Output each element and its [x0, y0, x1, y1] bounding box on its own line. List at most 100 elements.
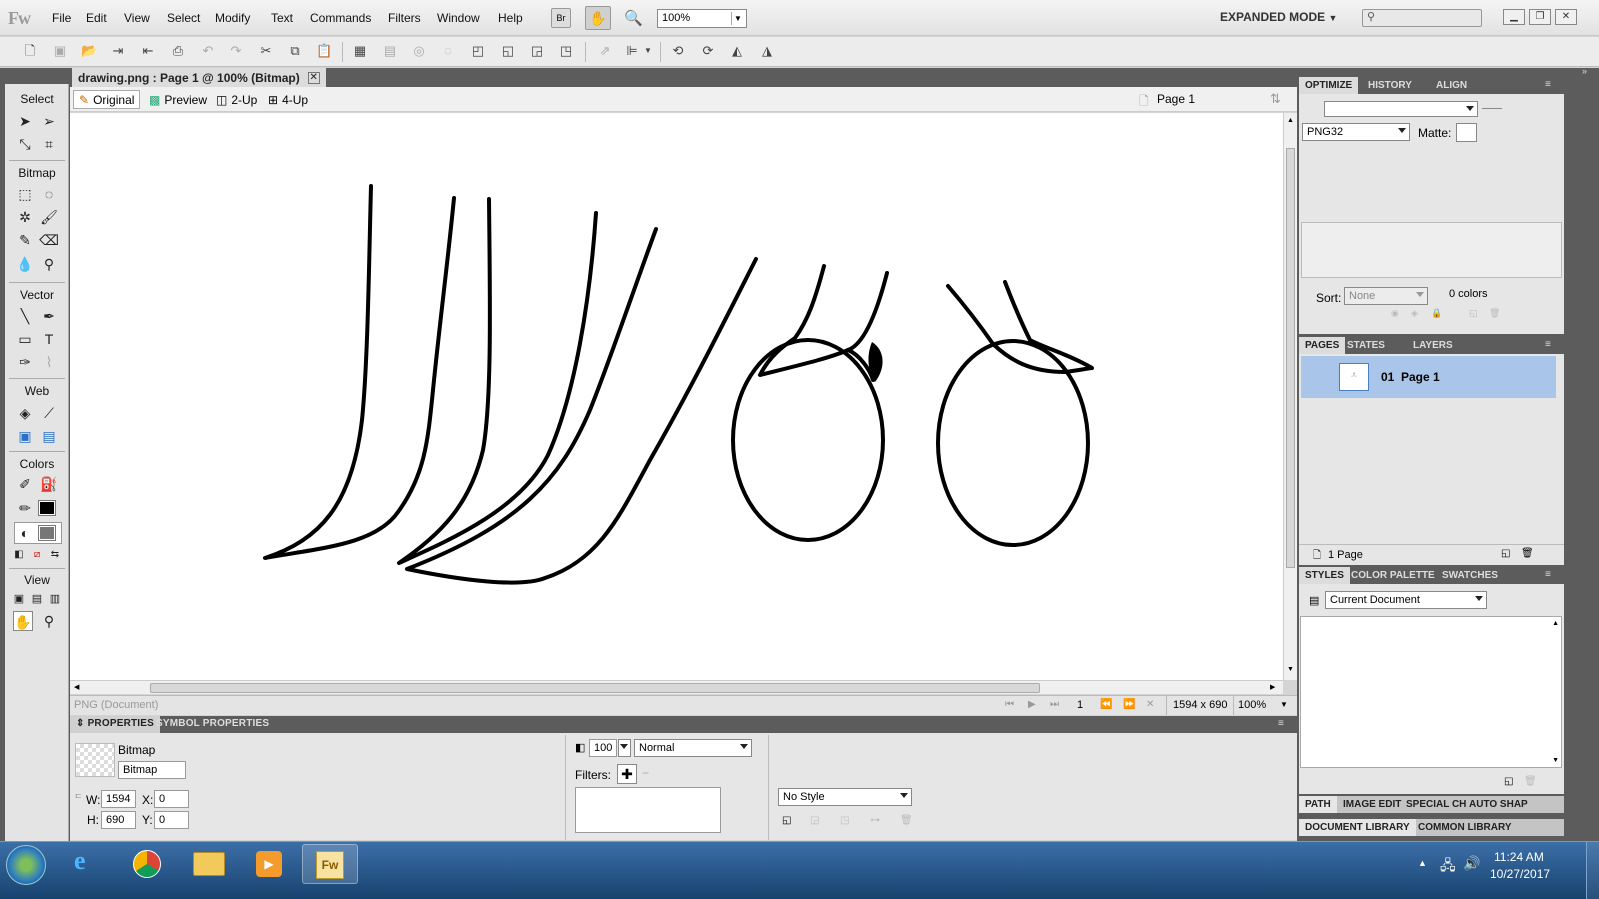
panel-menu-icon[interactable]: ≡ [1545, 569, 1551, 580]
document-tab[interactable]: drawing.png : Page 1 @ 100% (Bitmap) ✕ [72, 68, 326, 87]
style-link-icon[interactable]: ⊶ [870, 815, 880, 826]
delete-style-icon[interactable]: 🗑 [900, 815, 913, 826]
menu-commands[interactable]: Commands [310, 11, 371, 25]
new-style-icon[interactable]: ◱ [1504, 776, 1513, 787]
join-icon[interactable]: ◎ [411, 43, 427, 59]
rectangle-tool-icon[interactable]: ▭ [15, 329, 35, 349]
tab-properties[interactable]: ⇕ PROPERTIES [70, 716, 161, 733]
import-icon[interactable]: ⇥ [110, 43, 126, 59]
delete-color-icon[interactable]: 🗑 [1489, 308, 1500, 319]
menu-window[interactable]: Window [437, 11, 480, 25]
crop-tool-icon[interactable]: ⌗ [39, 134, 59, 154]
scroll-up-icon[interactable]: ▲ [1552, 620, 1559, 627]
menu-filters[interactable]: Filters [388, 11, 421, 25]
stroke-color-icon[interactable]: ✏ [15, 498, 35, 518]
tab-special-characters[interactable]: SPECIAL CH [1400, 796, 1472, 813]
volume-icon[interactable]: 🔊 [1463, 855, 1480, 872]
brush-tool-icon[interactable]: 🖌 [39, 207, 59, 227]
scroll-right-icon[interactable]: ▶ [1270, 683, 1275, 691]
menu-file[interactable]: File [52, 11, 71, 25]
text-tool-icon[interactable]: T [39, 329, 59, 349]
vertical-scroll-thumb[interactable] [1286, 148, 1295, 568]
drawing-canvas[interactable] [70, 113, 1283, 680]
opacity-dropdown[interactable] [618, 739, 631, 757]
taskbar-file-explorer[interactable] [181, 844, 237, 884]
scale-tool-icon[interactable]: ⤡ [15, 134, 35, 154]
tab-pages[interactable]: PAGES [1299, 337, 1346, 354]
hand-tool-icon[interactable]: ✋ [585, 6, 611, 30]
eyedropper-tool-icon[interactable]: ✐ [15, 474, 35, 494]
vertical-scrollbar[interactable]: ▲ ▼ [1283, 113, 1297, 680]
panel-menu-icon[interactable]: ≡ [1545, 79, 1551, 90]
swap-colors-icon[interactable]: ⇆ [45, 545, 65, 565]
sort-select[interactable]: None [1344, 287, 1428, 305]
standard-screen-mode-icon[interactable]: ▣ [9, 589, 29, 609]
menu-help[interactable]: Help [498, 11, 523, 25]
zoom-tool-icon[interactable]: ⚲ [39, 611, 59, 631]
align-icon[interactable]: ⊫ [624, 43, 640, 59]
marquee-tool-icon[interactable]: ⬚ [15, 184, 35, 204]
tab-states[interactable]: STATES [1341, 337, 1391, 354]
close-icon[interactable]: ✕ [307, 71, 320, 84]
tab-image-edit[interactable]: IMAGE EDIT [1337, 796, 1407, 813]
play-icon[interactable]: ▶ [1028, 699, 1036, 710]
blend-mode-select[interactable]: Normal [634, 739, 752, 757]
matte-color-swatch[interactable] [1456, 123, 1477, 142]
no-color-icon[interactable]: ⧄ [27, 545, 47, 565]
menu-modify[interactable]: Modify [215, 11, 250, 25]
tab-common-library[interactable]: COMMON LIBRARY [1412, 819, 1518, 836]
ungroup-icon[interactable]: ▤ [382, 43, 398, 59]
redo-icon[interactable]: ↷ [228, 43, 244, 59]
menu-select[interactable]: Select [167, 11, 200, 25]
send-to-back-icon[interactable]: ◳ [558, 43, 574, 59]
chevron-down-icon[interactable]: ▼ [640, 43, 656, 59]
hide-hotspots-icon[interactable]: ▣ [15, 426, 35, 446]
magic-wand-tool-icon[interactable]: ✲ [15, 207, 35, 227]
copy-icon[interactable]: ⧉ [287, 43, 303, 59]
export-format-select[interactable]: PNG32 [1302, 123, 1410, 141]
split-icon[interactable]: ◌ [440, 43, 456, 59]
zoom-icon[interactable]: 🔍 [624, 9, 643, 27]
paint-bucket-tool-icon[interactable]: ⛽ [39, 474, 59, 494]
distribute-icon[interactable]: ⇗ [597, 43, 613, 59]
export-icon[interactable]: ⇤ [140, 43, 156, 59]
new-page-icon[interactable]: ◱ [1501, 548, 1510, 559]
add-filter-button[interactable]: ✚ [617, 764, 637, 784]
view-2up-button[interactable]: ◫ 2-Up [211, 90, 262, 109]
line-tool-icon[interactable]: ╲ [15, 306, 35, 326]
next-frame-icon[interactable]: ⏩ [1123, 699, 1135, 710]
menu-view[interactable]: View [124, 11, 150, 25]
remove-filter-button[interactable]: − [642, 766, 649, 780]
optimize-preset-select[interactable] [1324, 101, 1478, 117]
page-options-icon[interactable]: ⇅ [1270, 91, 1281, 107]
style-source-select[interactable]: Current Document [1325, 591, 1487, 609]
send-backward-icon[interactable]: ◲ [529, 43, 545, 59]
delete-style-icon[interactable]: 🗑 [1524, 776, 1537, 787]
rotate-right-icon[interactable]: ⟳ [700, 43, 716, 59]
view-4up-button[interactable]: ⊞ 4-Up [263, 90, 313, 109]
tab-auto-shape[interactable]: AUTO SHAP [1463, 796, 1534, 813]
last-frame-icon[interactable]: ⏭ [1050, 699, 1059, 710]
panel-menu-icon[interactable]: ≡ [1545, 339, 1551, 350]
bring-to-front-icon[interactable]: ◰ [470, 43, 486, 59]
page-list-item[interactable]: ·ᶠ· 01 Page 1 [1301, 356, 1556, 398]
style-select[interactable]: No Style [778, 788, 912, 806]
bring-forward-icon[interactable]: ◱ [500, 43, 516, 59]
tab-symbol-properties[interactable]: SYMBOL PROPERTIES [150, 716, 275, 733]
styles-list[interactable]: ▲ ▼ [1300, 616, 1562, 768]
add-color-icon[interactable]: ◱ [1469, 308, 1478, 319]
blur-tool-icon[interactable]: 💧 [15, 254, 35, 274]
group-icon[interactable]: ▦ [352, 43, 368, 59]
transparency-icon[interactable]: ◈ [1411, 308, 1418, 319]
redefine-style-icon[interactable]: ◲ [810, 815, 819, 826]
scroll-left-icon[interactable]: ◀ [74, 683, 79, 691]
height-field[interactable]: 690 [101, 811, 136, 829]
filters-list[interactable] [575, 787, 721, 833]
scroll-up-icon[interactable]: ▲ [1287, 117, 1294, 124]
default-colors-icon[interactable]: ◧ [9, 545, 29, 565]
taskbar-fireworks[interactable]: Fw [302, 844, 358, 884]
first-frame-icon[interactable]: ⏮ [1005, 699, 1014, 710]
lock-color-icon[interactable]: ◉ [1391, 308, 1399, 319]
zoom-select[interactable]: 100% ▼ [657, 9, 747, 28]
rubber-stamp-tool-icon[interactable]: ⚲ [39, 254, 59, 274]
